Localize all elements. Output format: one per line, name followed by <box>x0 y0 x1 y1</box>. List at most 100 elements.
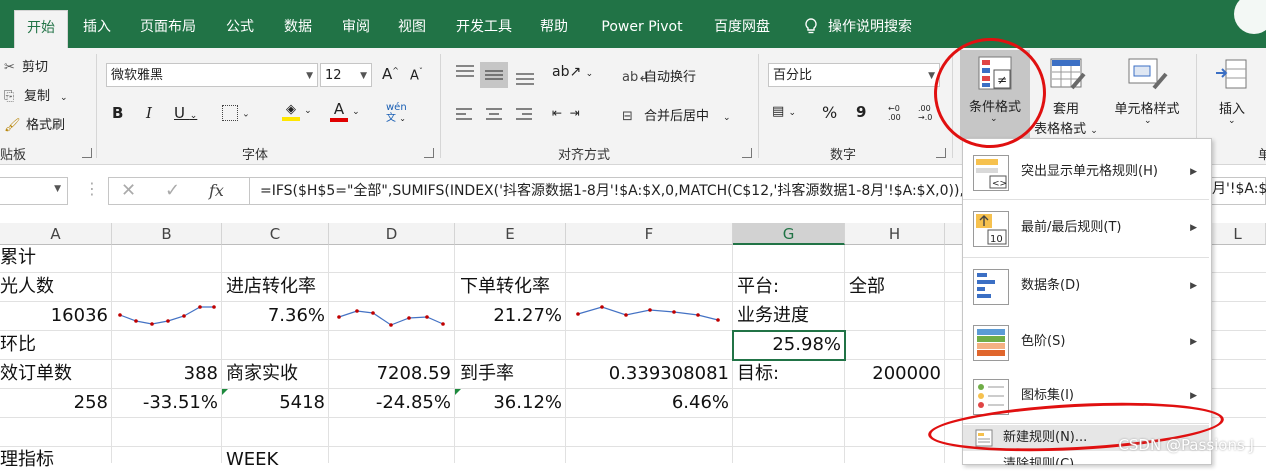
drag-handle-icon[interactable]: ⋮ <box>84 179 100 198</box>
decrease-decimal-button[interactable]: .00 →.0 <box>918 104 932 122</box>
column-header-l[interactable]: L <box>1210 223 1266 245</box>
cell-c2[interactable]: 进店转化率 <box>226 273 316 301</box>
cell-e6[interactable]: 36.12% <box>455 389 562 417</box>
font-color-button[interactable]: A ⌄ <box>330 100 360 122</box>
tab-developer[interactable]: 开发工具 <box>446 8 522 48</box>
column-header-a[interactable]: A <box>0 223 112 245</box>
tab-view[interactable]: 视图 <box>388 8 436 48</box>
paintbrush-icon: 🖌 <box>4 118 21 133</box>
tab-review[interactable]: 审阅 <box>332 8 380 48</box>
accounting-format-button[interactable]: ▤ ⌄ <box>772 104 796 119</box>
tab-data[interactable]: 数据 <box>274 8 322 48</box>
column-header-h[interactable]: H <box>845 223 945 245</box>
cell-b5[interactable]: 388 <box>112 360 218 388</box>
orientation-button[interactable]: ab↗ ⌄ <box>552 64 593 80</box>
column-header-i[interactable] <box>945 223 963 245</box>
borders-button[interactable]: ⌄ <box>222 105 250 121</box>
column-header-f[interactable]: F <box>566 223 733 245</box>
cell-styles-button[interactable]: 单元格样式 ⌄ <box>1104 50 1190 140</box>
insert-function-icon[interactable]: fx <box>209 181 224 200</box>
clipboard-launcher-icon[interactable] <box>82 148 92 158</box>
cell-a4[interactable]: 环比 <box>0 331 36 359</box>
tab-home[interactable]: 开始 <box>14 10 68 49</box>
cell-a1[interactable]: 累计 <box>0 244 36 272</box>
cell-d5[interactable]: 7208.59 <box>329 360 451 388</box>
increase-font-button[interactable]: A^ <box>382 65 399 83</box>
tab-formulas[interactable]: 公式 <box>216 8 264 48</box>
font-launcher-icon[interactable] <box>424 148 434 158</box>
cell-f6[interactable]: 6.46% <box>566 389 729 417</box>
cell-c8[interactable]: WEEK <box>226 446 278 474</box>
cell-g4[interactable]: 25.98% <box>733 331 841 359</box>
indent-buttons[interactable]: ⇤ ⇥ <box>552 106 580 120</box>
cell-f5[interactable]: 0.339308081 <box>566 360 729 388</box>
divider <box>963 257 1209 258</box>
insert-cells-button[interactable]: 插入 ⌄ <box>1204 50 1260 140</box>
number-launcher-icon[interactable] <box>936 148 946 158</box>
tab-power-pivot[interactable]: Power Pivot <box>590 8 694 48</box>
alignment-launcher-icon[interactable] <box>742 148 752 158</box>
menu-item-top-bottom[interactable]: 10 最前/最后规则(T) ▶ <box>963 201 1209 255</box>
font-name-dropdown[interactable]: 微软雅黑 ▼ <box>106 63 318 87</box>
copy-button[interactable]: ⎘ 复制 ⌄ <box>4 85 68 104</box>
cell-e2[interactable]: 下单转化率 <box>460 273 550 301</box>
tell-me-search[interactable]: 操作说明搜索 <box>804 8 912 48</box>
vertical-align-icons[interactable] <box>454 62 550 90</box>
cell-e5[interactable]: 到手率 <box>460 360 514 388</box>
bold-button[interactable]: B <box>112 104 123 122</box>
column-header-g[interactable]: G <box>733 223 845 245</box>
menu-item-color-scales[interactable]: 色阶(S) ▶ <box>963 315 1209 369</box>
percent-style-button[interactable]: % <box>822 103 837 122</box>
cell-h5[interactable]: 200000 <box>845 360 941 388</box>
format-painter-button[interactable]: 🖌 格式刷 <box>4 114 65 133</box>
cell-g3[interactable]: 业务进度 <box>737 302 809 330</box>
top-bottom-icon: 10 <box>973 211 1009 247</box>
name-box[interactable]: ▼ <box>0 177 68 205</box>
cancel-icon[interactable]: ✕ <box>121 180 136 201</box>
column-header-e[interactable]: E <box>455 223 566 245</box>
menu-item-clear-rules[interactable]: 清除规则(C) <box>963 453 1209 465</box>
cells-group-label: 单 <box>1258 148 1266 163</box>
tab-baidu-netdisk[interactable]: 百度网盘 <box>704 8 780 48</box>
cell-c6[interactable]: 5418 <box>222 389 325 417</box>
font-size-dropdown[interactable]: 12 ▼ <box>320 63 372 87</box>
cell-a3[interactable]: 16036 <box>0 302 108 330</box>
column-header-b[interactable]: B <box>112 223 222 245</box>
horizontal-align-icons[interactable] <box>454 106 550 126</box>
decrease-font-button[interactable]: Aˇ <box>410 67 423 83</box>
menu-item-highlight-rules[interactable]: <> 突出显示单元格规则(H) ▶ <box>963 145 1209 199</box>
underline-button[interactable]: U ⌄ <box>174 104 197 122</box>
cell-c5[interactable]: 商家实收 <box>226 360 298 388</box>
wrap-text-label: 自动换行 <box>644 70 697 85</box>
italic-button[interactable]: I <box>146 104 152 122</box>
cell-a2[interactable]: 光人数 <box>0 273 54 301</box>
increase-decimal-button[interactable]: ←0.00 <box>888 104 901 122</box>
comma-style-button[interactable]: 9 <box>856 103 866 121</box>
cell-b6[interactable]: -33.51% <box>112 389 218 417</box>
fill-color-button[interactable]: ◈ ⌄ <box>282 102 312 121</box>
cell-g5[interactable]: 目标: <box>737 360 779 388</box>
cell-d6[interactable]: -24.85% <box>329 389 451 417</box>
cell-c3[interactable]: 7.36% <box>222 302 325 330</box>
account-avatar[interactable] <box>1234 0 1266 34</box>
cell-h2[interactable]: 全部 <box>849 273 885 301</box>
cell-a5[interactable]: 效订单数 <box>0 360 72 388</box>
column-header-c[interactable]: C <box>222 223 329 245</box>
tab-insert[interactable]: 插入 <box>74 8 120 48</box>
merge-center-button[interactable]: ⊟ 合并后居中 ⌄ <box>622 105 731 124</box>
number-group-label: 数字 <box>830 148 857 163</box>
cell-a6[interactable]: 258 <box>0 389 108 417</box>
column-header-d[interactable]: D <box>329 223 455 245</box>
number-format-dropdown[interactable]: 百分比 ▼ <box>768 63 940 87</box>
wrap-text-button[interactable]: ab↲自动换行 <box>622 66 696 85</box>
tab-page-layout[interactable]: 页面布局 <box>130 8 206 48</box>
cell-g2[interactable]: 平台: <box>737 273 779 301</box>
cell-a8[interactable]: 理指标 <box>0 446 54 474</box>
cut-button[interactable]: ✂ 剪切 <box>4 56 48 75</box>
menu-item-data-bars[interactable]: 数据条(D) ▶ <box>963 259 1209 313</box>
font-size-value: 12 <box>325 68 342 83</box>
enter-check-icon[interactable]: ✓ <box>165 180 180 201</box>
phonetic-guide-button[interactable]: wén 文 ⌄ <box>386 102 407 124</box>
tab-help[interactable]: 帮助 <box>530 8 578 48</box>
cell-e3[interactable]: 21.27% <box>455 302 562 330</box>
